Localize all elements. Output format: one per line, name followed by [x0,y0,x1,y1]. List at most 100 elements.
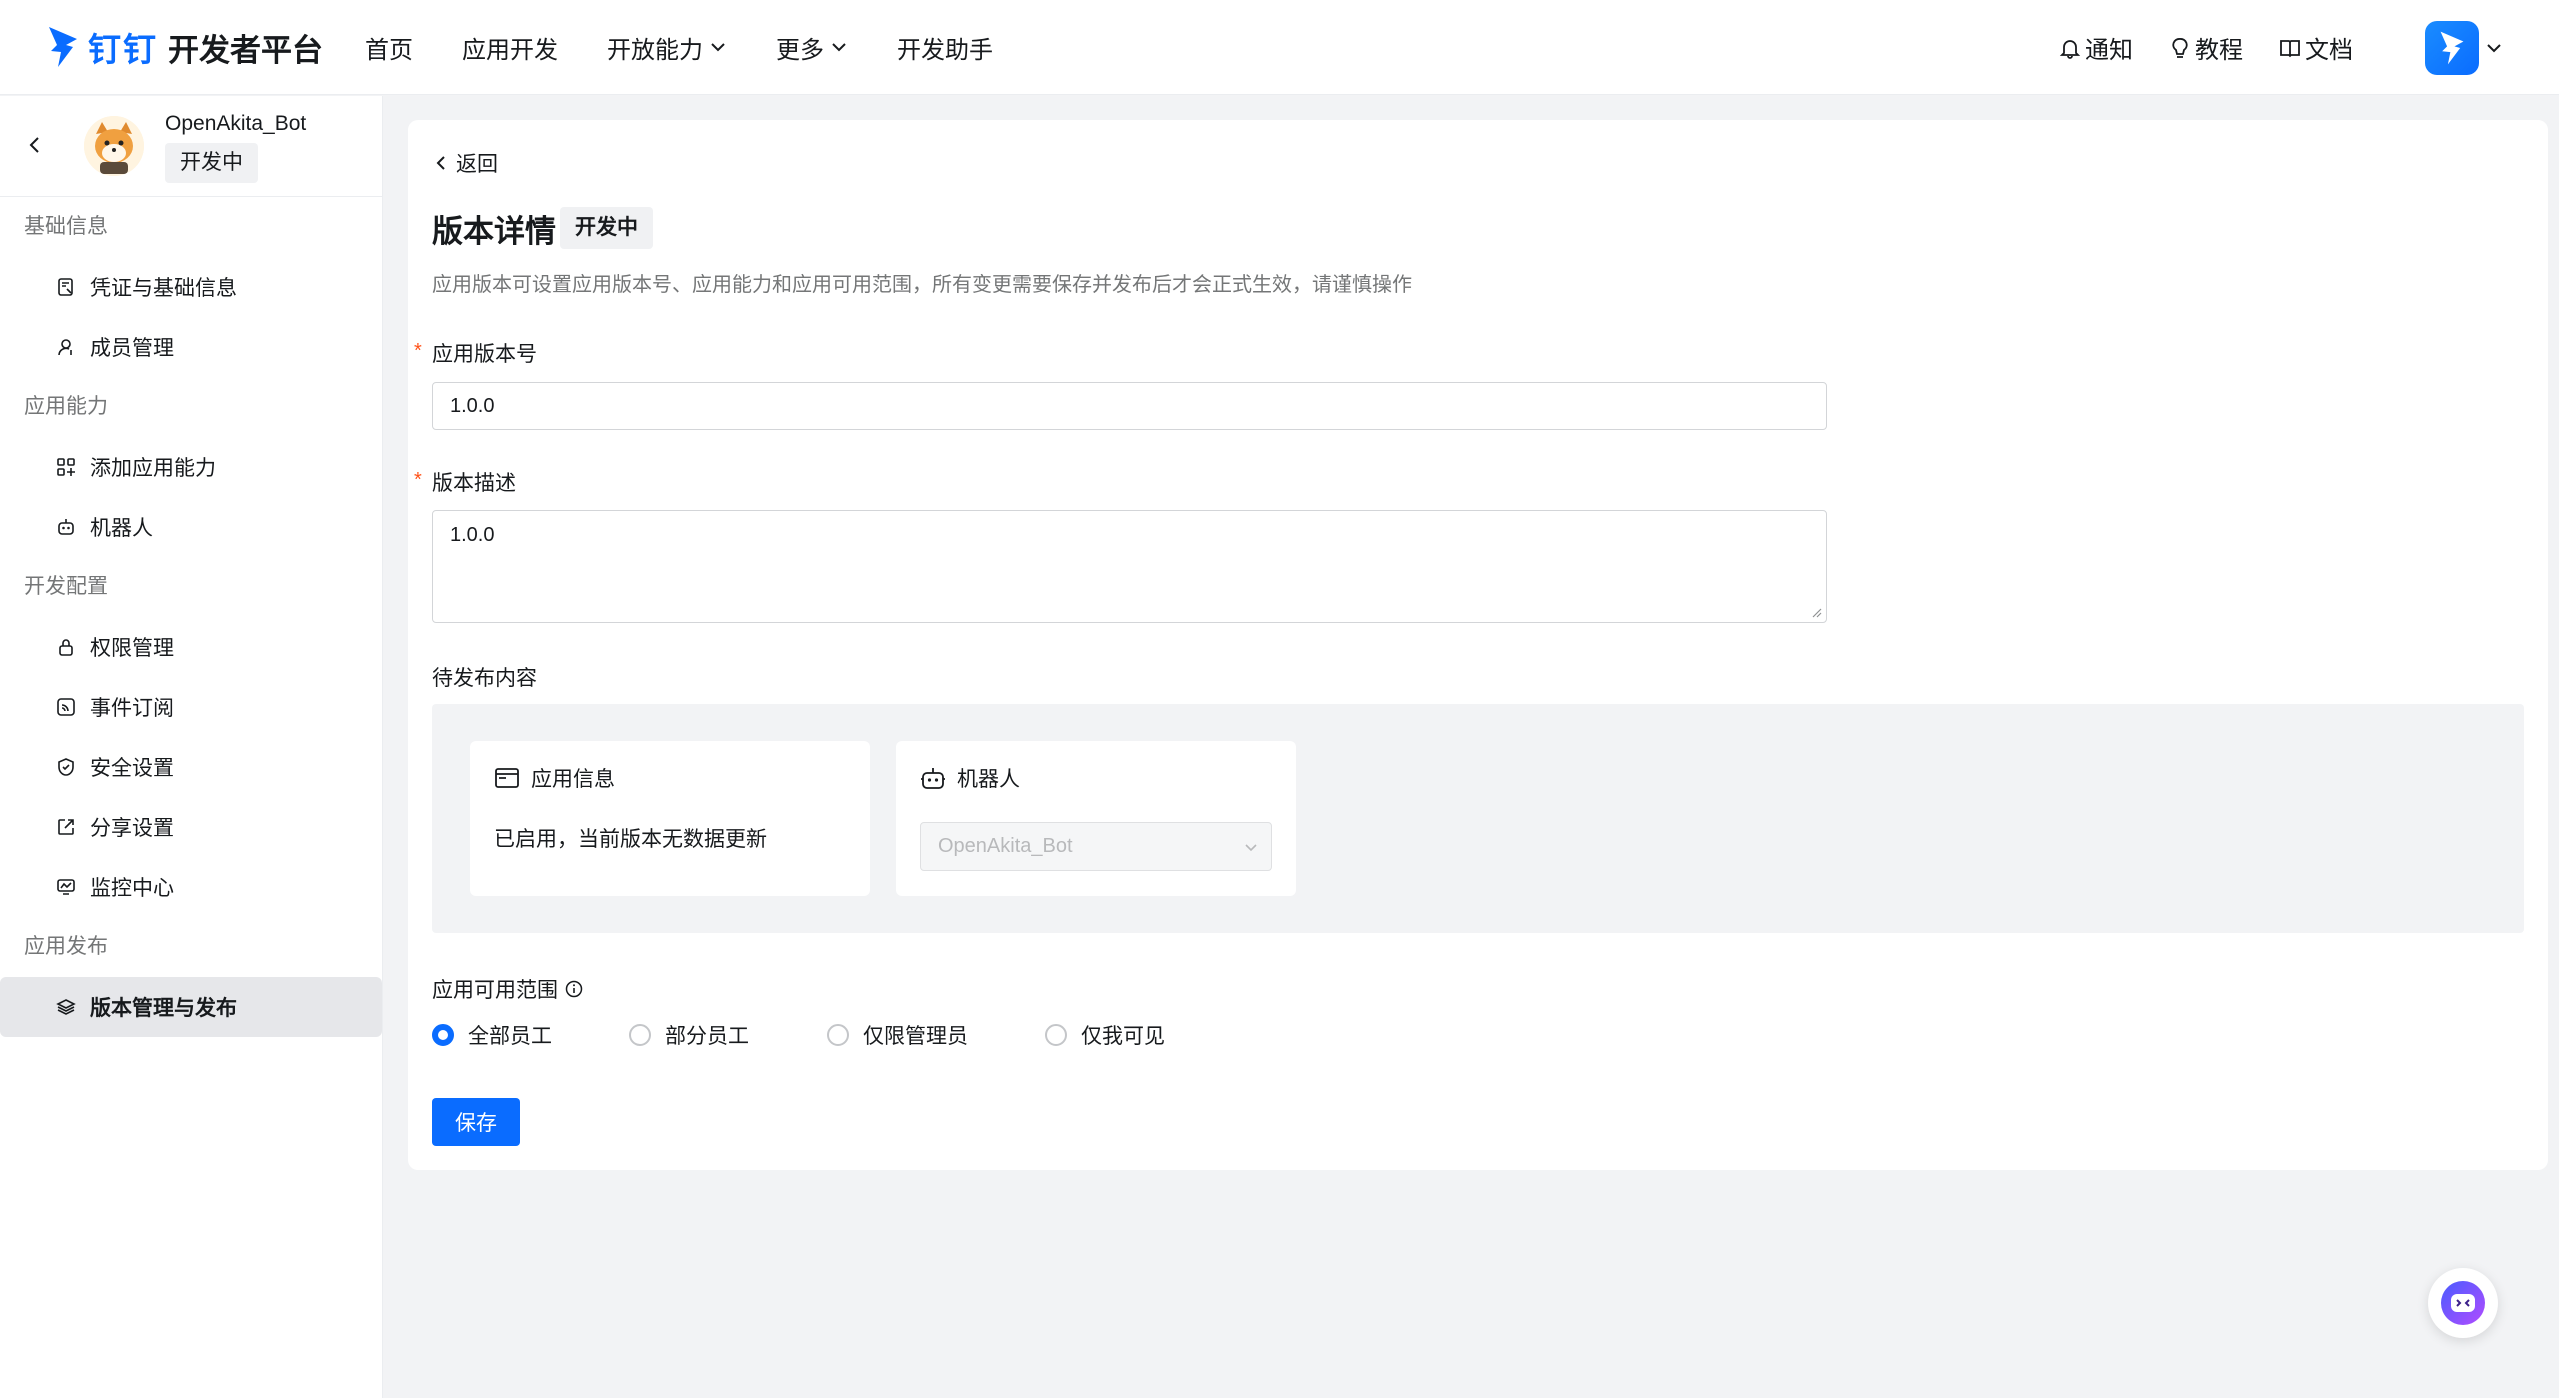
required-mark: * [414,469,422,491]
group-title-dev-config: 开发配置 [24,575,108,598]
sidebar-item-events[interactable]: 事件订阅 [0,677,382,737]
nav-dev-assistant[interactable]: 开发助手 [897,30,993,65]
sidebar-item-label: 分享设置 [90,817,174,840]
status-badge: 开发中 [560,207,653,249]
logo[interactable]: 钉钉 开发者平台 [46,23,323,71]
robot-icon [58,519,74,535]
back-link[interactable]: 返回 [432,148,498,178]
chevron-down-icon [832,43,846,52]
app-header: OpenAkita_Bot 开发中 [0,96,382,197]
robot-icon [921,768,945,789]
dingtalk-avatar-icon [2440,31,2464,64]
chevron-left-icon [436,156,445,170]
user-icon [58,339,72,356]
top-nav: 首页 应用开发 开放能力 更多 开发助手 [365,0,1042,94]
shiba-avatar-icon [84,116,144,176]
sidebar-item-label: 事件订阅 [90,697,174,720]
sidebar-item-share[interactable]: 分享设置 [0,797,382,857]
tutorial-link[interactable]: 教程 [2169,30,2243,65]
scope-radio-partial[interactable]: 部分员工 [629,1020,827,1050]
assistant-float-button[interactable] [2428,1268,2498,1338]
sidebar-item-robot[interactable]: 机器人 [0,497,382,557]
scope-radio-group: 全部员工 部分员工 仅限管理员 仅我可见 [432,1020,1165,1050]
tutorial-label: 教程 [2195,37,2243,64]
nav-label: 更多 [776,36,824,64]
sidebar-item-label: 安全设置 [90,757,174,780]
credential-icon [58,278,73,296]
robot-card: 机器人 OpenAkita_Bot [896,741,1296,896]
app-info-header: 应用信息 [494,763,615,793]
lock-icon [59,639,73,656]
nav-app-dev[interactable]: 应用开发 [462,30,558,65]
version-number-label: 应用版本号 [432,343,537,366]
scope-label-row: 应用可用范围 [432,974,584,1004]
nav-home[interactable]: 首页 [365,30,413,65]
bell-icon [2059,39,2081,59]
nav-label: 开发助手 [897,36,993,64]
scope-label: 应用可用范围 [432,979,558,1002]
radio-label: 部分员工 [665,1025,749,1048]
nav-open-capability[interactable]: 开放能力 [607,30,727,65]
sidebar-item-credentials[interactable]: 凭证与基础信息 [0,257,382,317]
group-title-capability: 应用能力 [24,395,108,418]
layers-icon [56,999,76,1015]
version-detail-card: 返回 版本详情 开发中 应用版本可设置应用版本号、应用能力和应用可用范围，所有变… [408,120,2548,1170]
radio-label: 仅限管理员 [863,1025,968,1048]
radio-label: 全部员工 [468,1025,552,1048]
app-avatar [84,116,144,176]
pending-content-area: 应用信息 已启用，当前版本无数据更新 机器人 OpenAkita_Bot [432,704,2524,933]
docs-link[interactable]: 文档 [2279,30,2353,65]
version-number-input[interactable] [432,382,1827,430]
chevron-down-icon [1245,844,1257,852]
app-info-text: 已启用，当前版本无数据更新 [494,828,767,851]
monitor-icon [57,879,75,895]
version-desc-textarea[interactable]: 1.0.0 [432,510,1827,623]
pending-content-label: 待发布内容 [432,667,537,690]
scope-radio-all[interactable]: 全部员工 [432,1020,629,1050]
sidebar-item-label: 机器人 [90,517,153,540]
notification-link[interactable]: 通知 [2059,30,2133,65]
docs-label: 文档 [2305,37,2353,64]
scope-radio-self[interactable]: 仅我可见 [1045,1020,1165,1050]
robot-select[interactable]: OpenAkita_Bot [920,822,1272,871]
sidebar-item-security[interactable]: 安全设置 [0,737,382,797]
sidebar-item-monitor[interactable]: 监控中心 [0,857,382,917]
rss-icon [57,698,75,716]
radio-unchecked-icon [827,1024,849,1046]
shield-icon [58,758,74,776]
back-label: 返回 [456,153,498,176]
user-menu[interactable] [2425,20,2503,75]
sidebar-item-label: 权限管理 [90,637,174,660]
robot-card-title: 机器人 [957,768,1020,791]
robot-select-value: OpenAkita_Bot [938,835,1073,857]
logo-title: 开发者平台 [168,32,323,68]
sidebar-item-label: 添加应用能力 [90,457,216,480]
sidebar-item-label: 版本管理与发布 [90,997,237,1020]
resize-grip-icon[interactable] [1810,606,1822,618]
scope-radio-admins[interactable]: 仅限管理员 [827,1020,1045,1050]
sidebar-item-add-capability[interactable]: 添加应用能力 [0,437,382,497]
nav-label: 首页 [365,36,413,64]
sidebar-item-label: 监控中心 [90,877,174,900]
page-description: 应用版本可设置应用版本号、应用能力和应用可用范围，所有变更需要保存并发布后才会正… [432,274,1412,296]
grid-add-icon [57,458,75,476]
save-button[interactable]: 保存 [432,1098,520,1146]
radio-unchecked-icon [1045,1024,1067,1046]
radio-label: 仅我可见 [1081,1025,1165,1048]
notification-label: 通知 [2085,37,2133,64]
sidebar-item-permissions[interactable]: 权限管理 [0,617,382,677]
page-title: 版本详情 [432,214,556,249]
book-icon [2280,39,2300,57]
info-icon[interactable] [564,979,584,999]
nav-more[interactable]: 更多 [776,30,848,65]
group-title-publish: 应用发布 [24,935,108,958]
radio-checked-icon [432,1024,454,1046]
chevron-down-icon [711,43,725,52]
top-bar: 钉钉 开发者平台 首页 应用开发 开放能力 更多 开发助手 通知 教程 文档 [0,0,2559,95]
sidebar-item-version-publish[interactable]: 版本管理与发布 [0,977,382,1037]
sidebar-item-members[interactable]: 成员管理 [0,317,382,377]
app-info-title: 应用信息 [531,768,615,791]
back-arrow-icon[interactable] [24,134,46,156]
sidebar: OpenAkita_Bot 开发中 基础信息 凭证与基础信息 成员管理 应用能力… [0,96,383,1398]
required-mark: * [414,340,422,362]
